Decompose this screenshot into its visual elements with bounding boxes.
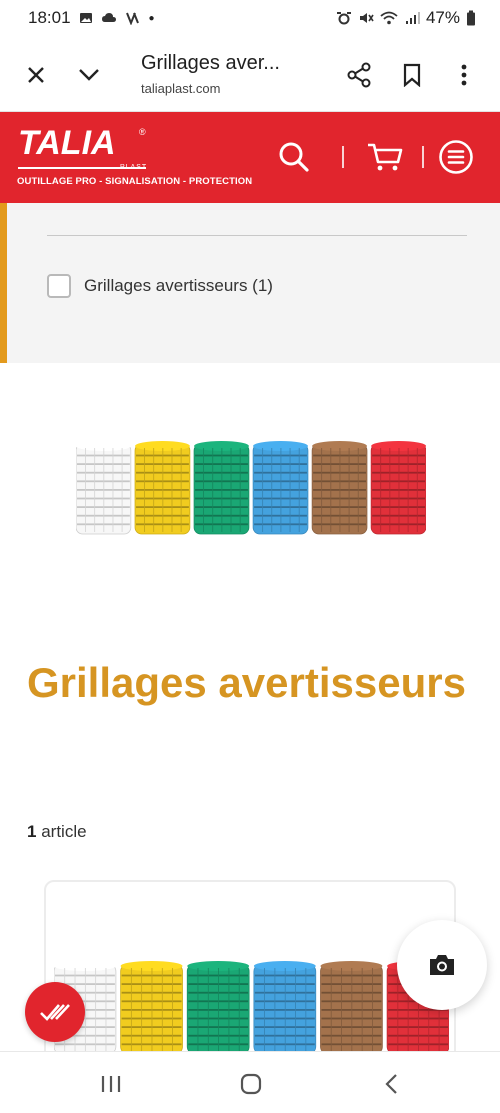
logo-sub: PLAST: [120, 164, 148, 171]
verified-badge-button[interactable]: [25, 982, 85, 1042]
signal-icon: [405, 12, 420, 24]
filter-checkbox[interactable]: [47, 274, 71, 298]
logo-tagline: OUTILLAGE PRO - SIGNALISATION - PROTECTI…: [17, 176, 253, 187]
mesh-roll: [76, 441, 132, 535]
chevron-down-icon: [79, 69, 99, 81]
product-image[interactable]: [54, 958, 449, 1058]
cloud-notification-icon: [101, 13, 116, 22]
double-check-icon: [40, 1004, 70, 1021]
home-button[interactable]: [231, 1070, 271, 1098]
article-count-number: 1: [27, 822, 37, 841]
mesh-roll: [120, 961, 183, 1055]
mute-icon: [359, 13, 374, 23]
battery-icon: [467, 10, 475, 26]
more-vert-icon: [461, 64, 467, 86]
filter-option-label[interactable]: Grillages avertisseurs (1): [84, 276, 273, 296]
back-button[interactable]: [371, 1070, 411, 1098]
article-count: 1 article: [27, 822, 87, 842]
mesh-roll: [370, 441, 426, 535]
mesh-roll: [134, 441, 191, 535]
camera-button[interactable]: [397, 920, 487, 1010]
home-icon: [240, 1073, 262, 1095]
search-icon: [279, 142, 309, 172]
more-options-button[interactable]: [447, 58, 481, 92]
dot-notification-icon: ●: [148, 12, 155, 24]
filter-divider: [47, 235, 467, 236]
page-url: taliaplast.com: [141, 81, 221, 96]
browser-toolbar: Grillages aver... taliaplast.com: [0, 36, 500, 112]
alarm-icon: [336, 12, 351, 25]
status-bar: 18:01 ● 47%: [0, 0, 500, 36]
category-image: [76, 441, 426, 535]
recent-apps-button[interactable]: [91, 1070, 131, 1098]
cart-icon: [368, 143, 403, 171]
back-icon: [385, 1074, 397, 1094]
system-nav-bar: [0, 1051, 500, 1113]
share-button[interactable]: [342, 58, 376, 92]
vpn-notification-icon: [125, 12, 139, 25]
wifi-icon: [380, 11, 398, 25]
mesh-roll: [252, 441, 309, 535]
mesh-roll: [253, 961, 317, 1055]
mesh-roll: [320, 961, 383, 1055]
share-icon: [347, 62, 371, 88]
article-count-word: article: [41, 822, 87, 841]
filter-panel: Grillages avertisseurs (1): [0, 203, 500, 363]
logo-wordmark: TALIA: [18, 124, 116, 162]
registered-mark: ®: [139, 127, 146, 137]
page-title: Grillages aver...: [141, 52, 280, 74]
status-time: 18:01: [28, 8, 71, 27]
bookmark-icon: [403, 63, 421, 87]
header-separator: [342, 146, 344, 168]
menu-button[interactable]: [438, 137, 474, 177]
header-separator: [422, 146, 424, 168]
category-title: Grillages avertisseurs: [27, 659, 466, 706]
mesh-roll: [311, 441, 368, 535]
recent-apps-icon: [101, 1076, 121, 1092]
cart-button[interactable]: [364, 137, 406, 177]
gallery-notification-icon: [79, 13, 92, 23]
close-icon: [28, 67, 44, 83]
search-button[interactable]: [276, 137, 312, 177]
mesh-roll: [186, 961, 250, 1055]
bookmark-button[interactable]: [395, 58, 429, 92]
mesh-roll: [193, 441, 250, 535]
close-tab-button[interactable]: [19, 58, 53, 92]
expand-button[interactable]: [72, 58, 106, 92]
site-header: TALIA ® PLAST OUTILLAGE PRO - SIGNALISAT…: [0, 112, 500, 203]
camera-icon: [430, 955, 454, 975]
battery-percent: 47%: [425, 8, 460, 27]
menu-icon: [439, 140, 473, 174]
site-logo[interactable]: TALIA ® PLAST OUTILLAGE PRO - SIGNALISAT…: [0, 112, 260, 203]
